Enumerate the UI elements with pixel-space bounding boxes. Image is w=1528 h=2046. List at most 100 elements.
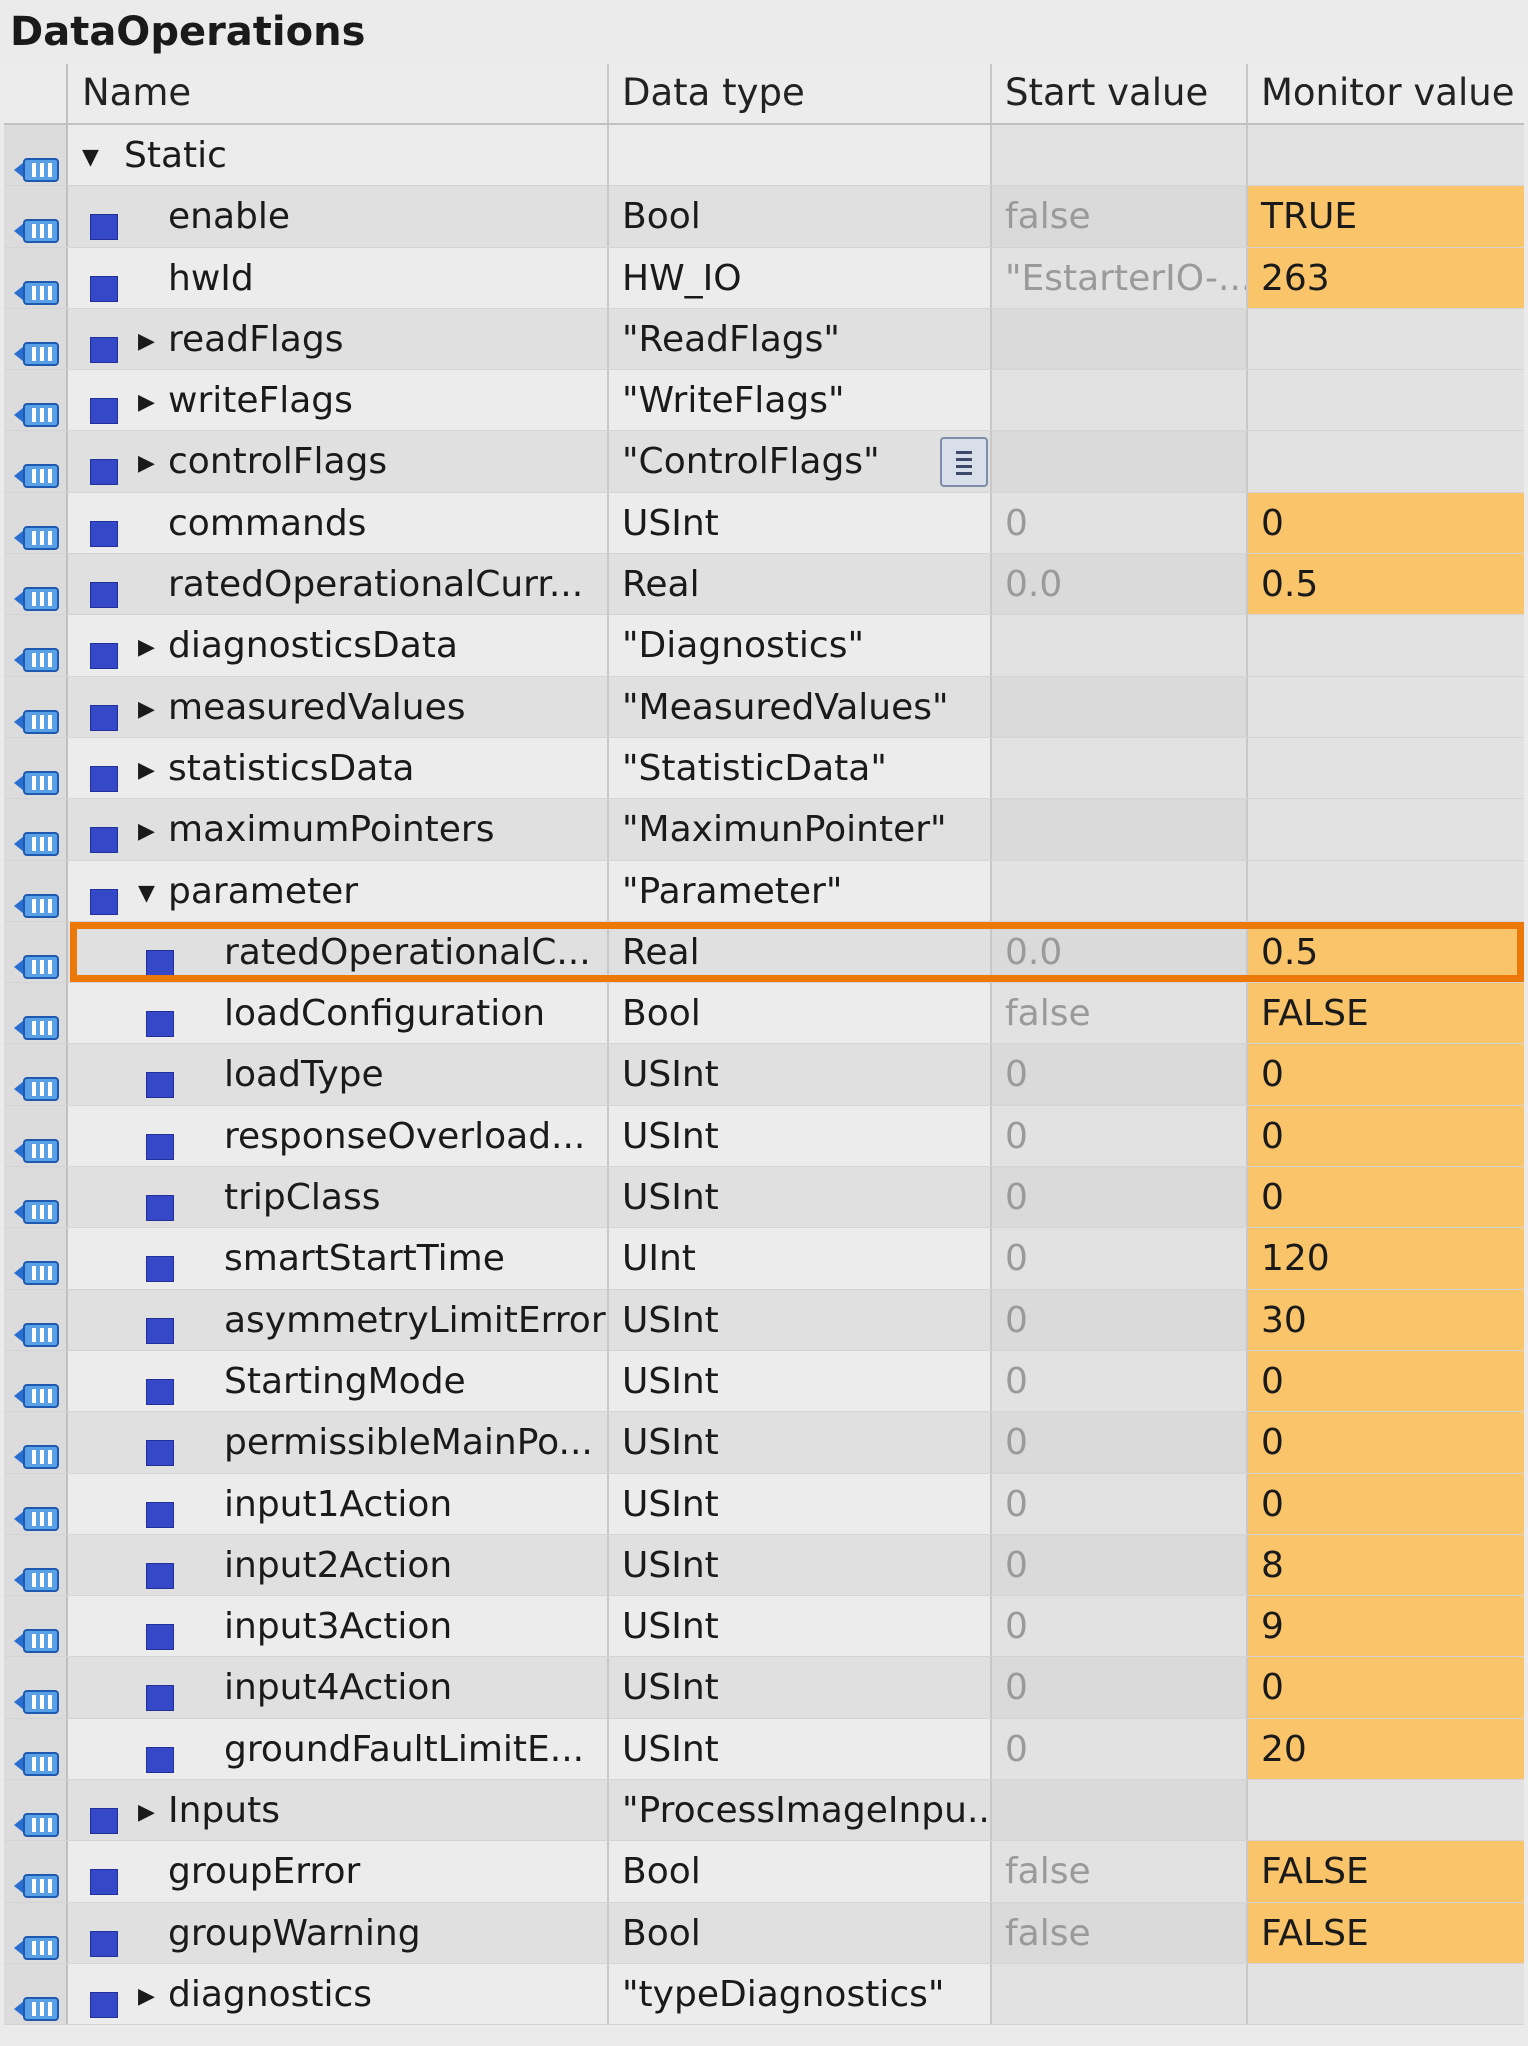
name-cell[interactable]: ▶ controlFlags [68,431,609,492]
start-value-cell[interactable]: false [992,1902,1248,1963]
column-header-start-value[interactable]: Start value [992,64,1248,123]
name-cell[interactable]: groupWarning [68,1902,609,1963]
data-type-cell[interactable]: USInt [609,492,992,554]
data-type-cell[interactable]: Bool [609,186,992,247]
table-row[interactable]: ▼ Static [4,125,1524,187]
monitor-value-cell[interactable]: 20 [1248,1718,1524,1780]
data-type-cell[interactable]: Bool [609,983,992,1044]
expand-toggle-icon[interactable]: ▶ [138,392,155,414]
table-row[interactable]: groundFaultLimitE... USInt 0 20 [4,1718,1524,1781]
data-type-cell[interactable]: USInt [609,1167,992,1228]
data-type-cell[interactable]: USInt [609,1596,992,1657]
table-row[interactable]: ▶ controlFlags "ControlFlags" [4,431,1524,493]
monitor-value-cell[interactable]: 0 [1248,1044,1524,1105]
monitor-value-cell[interactable]: 0 [1248,1167,1524,1228]
table-row[interactable]: ▶ measuredValues "MeasuredValues" [4,676,1524,738]
data-type-cell[interactable]: "ProcessImageInpu... [609,1780,992,1841]
start-value-cell[interactable]: 0 [992,492,1248,554]
monitor-value-cell[interactable]: FALSE [1248,1841,1524,1902]
start-value-cell[interactable]: 0 [992,1044,1248,1105]
name-cell[interactable]: input2Action [68,1534,609,1596]
start-value-cell[interactable] [992,1780,1248,1841]
data-type-cell[interactable]: USInt [609,1350,992,1412]
monitor-value-cell[interactable]: 0 [1248,1350,1524,1412]
start-value-cell[interactable] [992,1963,1248,2025]
monitor-value-cell[interactable] [1248,615,1524,676]
table-row[interactable]: ▼ parameter "Parameter" [4,860,1524,922]
column-header-monitor-value[interactable]: Monitor value [1248,64,1524,123]
monitor-value-cell[interactable]: 8 [1248,1534,1524,1596]
start-value-cell[interactable] [992,860,1248,921]
name-cell[interactable]: permissibleMainPo... [68,1412,609,1473]
name-cell[interactable]: smartStartTime [68,1228,609,1289]
data-type-cell[interactable]: "WriteFlags" [609,370,992,431]
name-cell[interactable]: input3Action [68,1596,609,1657]
name-cell[interactable]: ▶ diagnostics [68,1963,609,2025]
monitor-value-cell[interactable] [1248,799,1524,860]
name-cell[interactable]: ▶ maximumPointers [68,799,609,860]
monitor-value-cell[interactable]: 0.5 [1248,554,1524,615]
table-row[interactable]: smartStartTime UInt 0 120 [4,1228,1524,1290]
table-row[interactable]: hwId HW_IO "EstarterIO-... 263 [4,247,1524,309]
start-value-cell[interactable]: 0 [992,1412,1248,1473]
monitor-value-cell[interactable]: 0 [1248,1412,1524,1473]
data-type-cell[interactable]: USInt [609,1044,992,1105]
table-row[interactable]: input4Action USInt 0 0 [4,1657,1524,1719]
start-value-cell[interactable]: false [992,1841,1248,1902]
name-cell[interactable]: enable [68,186,609,247]
table-row[interactable]: commands USInt 0 0 [4,492,1524,555]
data-type-cell[interactable]: "Diagnostics" [609,615,992,676]
table-row[interactable]: ▶ statisticsData "StatisticData" [4,737,1524,800]
start-value-cell[interactable]: 0 [992,1289,1248,1350]
start-value-cell[interactable]: 0 [992,1350,1248,1412]
start-value-cell[interactable] [992,431,1248,492]
data-type-cell[interactable]: USInt [609,1718,992,1780]
data-type-cell[interactable]: "typeDiagnostics" [609,1963,992,2025]
name-cell[interactable]: ratedOperationalCurr... [68,554,609,615]
table-row[interactable]: loadConfiguration Bool false FALSE [4,983,1524,1045]
table-row[interactable]: input1Action USInt 0 0 [4,1473,1524,1535]
start-value-cell[interactable]: 0 [992,1596,1248,1657]
name-cell[interactable]: ▶ readFlags [68,308,609,370]
table-row[interactable]: groupWarning Bool false FALSE [4,1902,1524,1964]
data-type-cell[interactable]: "ReadFlags" [609,308,992,370]
start-value-cell[interactable]: 0 [992,1534,1248,1596]
monitor-value-cell[interactable]: 120 [1248,1228,1524,1289]
name-cell[interactable]: loadType [68,1044,609,1105]
monitor-value-cell[interactable]: 0 [1248,1657,1524,1718]
name-cell[interactable]: asymmetryLimitError [68,1289,609,1350]
data-type-cell[interactable]: USInt [609,1534,992,1596]
monitor-value-cell[interactable] [1248,308,1524,370]
monitor-value-cell[interactable] [1248,676,1524,737]
column-header-data-type[interactable]: Data type [609,64,992,123]
table-row[interactable]: asymmetryLimitError USInt 0 30 [4,1289,1524,1351]
start-value-cell[interactable]: 0 [992,1105,1248,1167]
table-row[interactable]: ▶ readFlags "ReadFlags" [4,308,1524,371]
start-value-cell[interactable] [992,737,1248,799]
data-type-cell[interactable]: HW_IO [609,247,992,308]
data-type-cell[interactable]: Real [609,554,992,615]
name-cell[interactable]: groundFaultLimitE... [68,1718,609,1780]
monitor-value-cell[interactable]: FALSE [1248,1902,1524,1963]
start-value-cell[interactable]: 0 [992,1473,1248,1534]
start-value-cell[interactable]: 0 [992,1228,1248,1289]
table-row[interactable]: responseOverload... USInt 0 0 [4,1105,1524,1168]
name-cell[interactable]: StartingMode [68,1350,609,1412]
name-cell[interactable]: ▼ parameter [68,860,609,921]
expand-toggle-icon[interactable]: ▶ [138,453,155,475]
monitor-value-cell[interactable]: 263 [1248,247,1524,308]
expand-toggle-icon[interactable]: ▶ [138,330,155,353]
monitor-value-cell[interactable]: 0 [1248,492,1524,554]
expand-toggle-icon[interactable]: ▼ [82,147,99,169]
monitor-value-cell[interactable] [1248,860,1524,921]
data-type-cell[interactable]: USInt [609,1289,992,1350]
table-row[interactable]: ▶ diagnostics "typeDiagnostics" [4,1963,1524,2026]
start-value-cell[interactable]: false [992,186,1248,247]
name-cell[interactable]: responseOverload... [68,1105,609,1167]
start-value-cell[interactable] [992,308,1248,370]
expand-toggle-icon[interactable]: ▶ [138,1802,155,1824]
start-value-cell[interactable]: 0.0 [992,554,1248,615]
table-row[interactable]: StartingMode USInt 0 0 [4,1350,1524,1413]
name-cell[interactable]: ▶ writeFlags [68,370,609,431]
data-type-cell[interactable]: Bool [609,1902,992,1963]
